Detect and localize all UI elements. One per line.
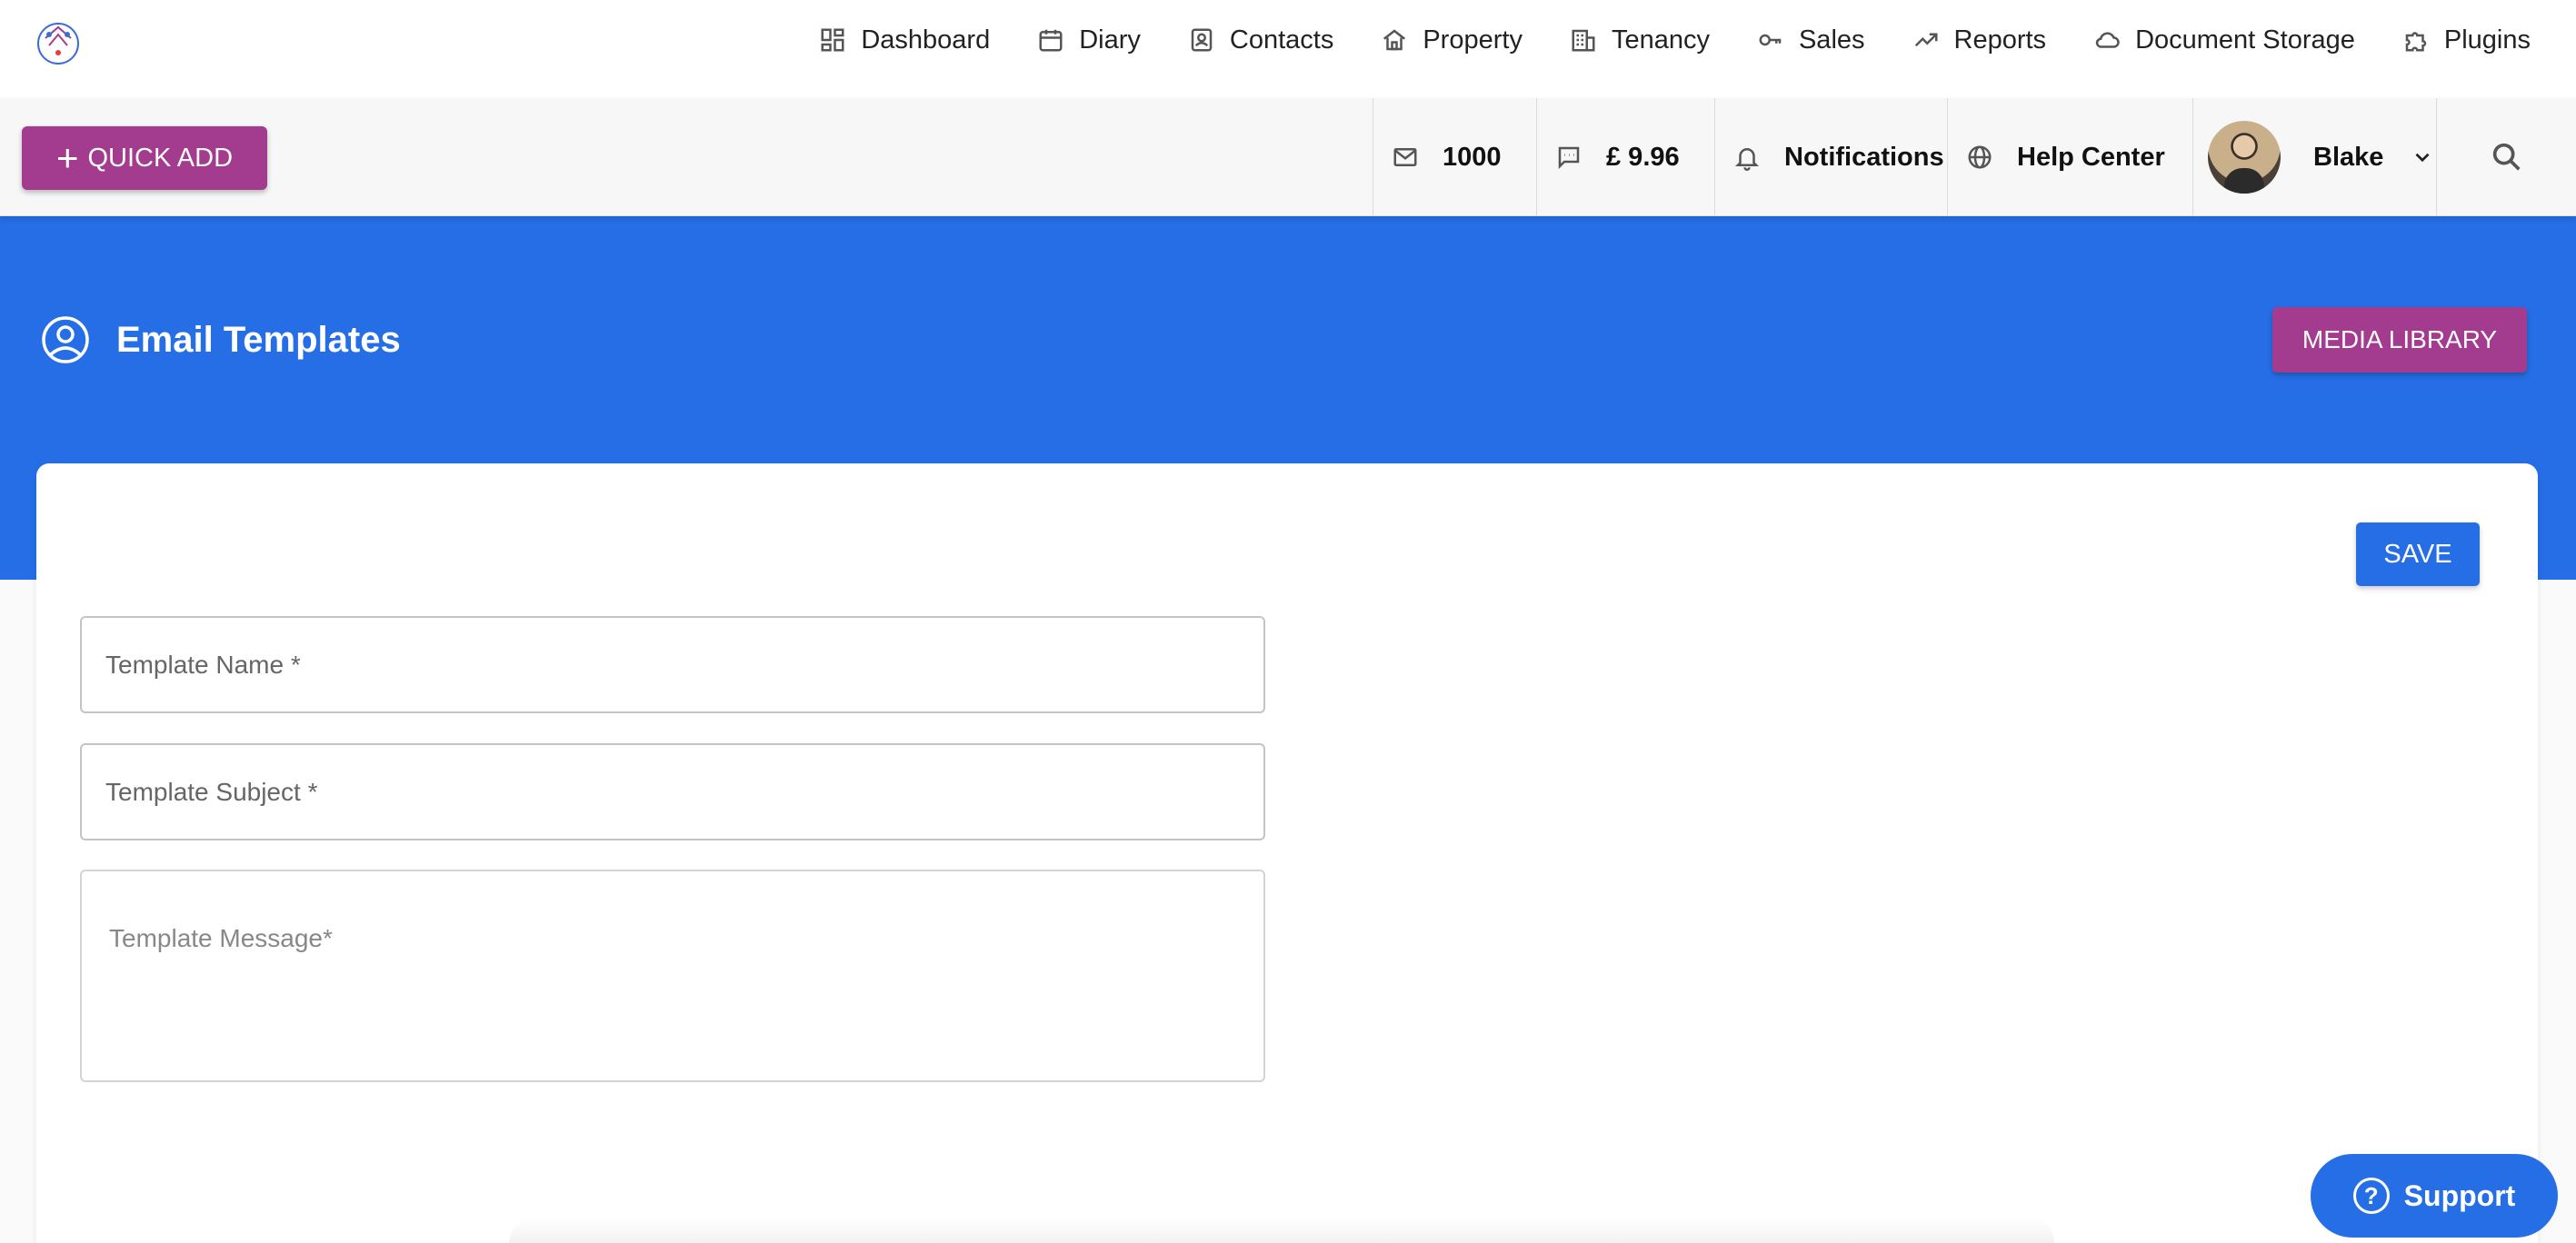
nav-item-plugins[interactable]: Plugins xyxy=(2402,25,2531,55)
quick-add-button[interactable]: + QUICK ADD xyxy=(22,126,267,190)
page-title-wrap: Email Templates xyxy=(40,314,401,365)
sms-balance-value: £ 9.96 xyxy=(1606,142,1680,172)
notifications-label: Notifications xyxy=(1784,142,1944,172)
nav-item-label: Document Storage xyxy=(2135,25,2355,55)
dashboard-icon xyxy=(821,28,844,52)
nav-item-label: Property xyxy=(1423,25,1523,55)
nav-item-property[interactable]: Property xyxy=(1381,25,1523,55)
app-logo-icon[interactable] xyxy=(33,18,84,69)
nav-item-sales[interactable]: Sales xyxy=(1757,25,1865,55)
building-icon xyxy=(1572,29,1595,52)
contacts-icon xyxy=(1191,28,1213,52)
nav-item-label: Diary xyxy=(1079,25,1141,55)
search-icon xyxy=(2492,143,2521,171)
cloud-icon xyxy=(2095,32,2120,48)
nav-item-label: Sales xyxy=(1798,25,1865,55)
nav-item-diary[interactable]: Diary xyxy=(1037,25,1141,55)
sms-balance[interactable]: £ 9.96 xyxy=(1536,98,1714,216)
media-library-button[interactable]: MEDIA LIBRARY xyxy=(2272,307,2527,373)
support-label: Support xyxy=(2403,1178,2516,1212)
search-button[interactable] xyxy=(2436,98,2576,216)
avatar xyxy=(2208,121,2281,194)
email-credits[interactable]: 1000 xyxy=(1373,98,1536,216)
nav-item-label: Dashboard xyxy=(861,25,991,55)
save-button[interactable]: SAVE xyxy=(2356,522,2480,586)
nav-item-reports[interactable]: Reports xyxy=(1912,25,2047,55)
nav-item-label: Plugins xyxy=(2443,25,2531,55)
nav-item-dashboard[interactable]: Dashboard xyxy=(819,25,990,55)
support-button[interactable]: ? Support xyxy=(2311,1154,2558,1238)
message-icon xyxy=(1558,146,1580,170)
template-subject-input[interactable] xyxy=(80,743,1265,840)
user-circle-icon xyxy=(42,316,89,363)
page-title: Email Templates xyxy=(116,319,401,360)
trending-up-icon xyxy=(1914,33,1938,47)
template-form-card: SAVE xyxy=(36,463,2538,1243)
template-message-textarea[interactable] xyxy=(80,870,1265,1082)
main-nav-list: Dashboard Diary Contacts Property Tenanc… xyxy=(772,0,2531,80)
home-icon xyxy=(1383,29,1406,51)
plus-icon: + xyxy=(55,136,79,179)
puzzle-icon xyxy=(2405,32,2427,52)
nav-item-label: Tenancy xyxy=(1611,25,1710,55)
notifications-button[interactable]: Notifications xyxy=(1714,98,1947,216)
help-circle-icon: ? xyxy=(2352,1178,2390,1214)
globe-icon xyxy=(1968,145,1992,169)
chevron-down-icon xyxy=(2415,153,2430,163)
help-center-label: Help Center xyxy=(2017,142,2165,172)
secondary-toolbar: + QUICK ADD 1000 £ 9.96 Notifications He… xyxy=(0,98,2576,216)
template-name-input[interactable] xyxy=(80,616,1265,713)
nav-item-contacts[interactable]: Contacts xyxy=(1188,25,1333,55)
help-center-button[interactable]: Help Center xyxy=(1947,98,2192,216)
nav-item-tenancy[interactable]: Tenancy xyxy=(1570,25,1710,55)
nav-item-label: Reports xyxy=(1953,25,2047,55)
user-name: Blake xyxy=(2313,142,2384,172)
top-navigation: Dashboard Diary Contacts Property Tenanc… xyxy=(0,0,2576,98)
nav-item-document-storage[interactable]: Document Storage xyxy=(2093,25,2355,55)
calendar-icon xyxy=(1039,29,1063,52)
quick-add-label: QUICK ADD xyxy=(87,143,234,173)
bottom-shadow-divider xyxy=(509,1218,2054,1243)
nav-item-label: Contacts xyxy=(1229,25,1334,55)
bell-icon xyxy=(1734,148,1760,171)
mail-icon xyxy=(1393,148,1417,166)
email-count: 1000 xyxy=(1443,142,1502,172)
user-menu[interactable]: Blake xyxy=(2192,98,2436,216)
key-icon xyxy=(1759,34,1782,46)
